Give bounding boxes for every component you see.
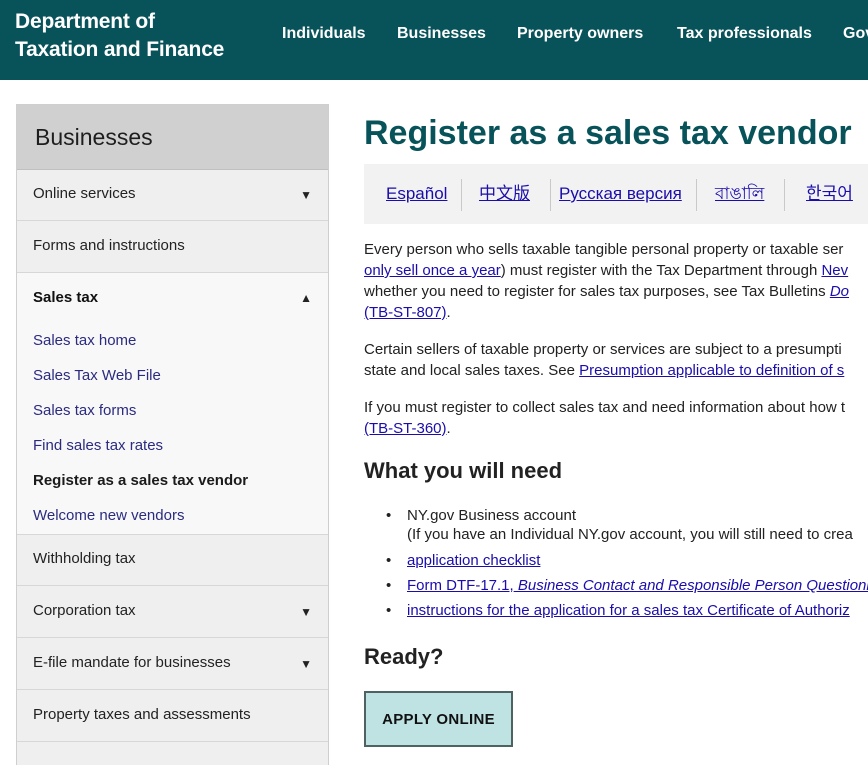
section-sidebar: Businesses Online services ▼ Forms and i… <box>16 104 329 765</box>
paragraph-line: Certain sellers of taxable property or s… <box>364 341 842 358</box>
nav-government[interactable]: Gov <box>843 24 868 44</box>
sidebar-item-label[interactable]: Sales tax <box>33 289 98 307</box>
sidebar-item-withholding-tax[interactable]: Withholding tax <box>17 535 328 586</box>
bullet-icon: • <box>386 507 392 524</box>
sell-once-a-year-link[interactable]: only sell once a year <box>364 262 501 279</box>
apply-online-button[interactable]: APPLY ONLINE <box>364 691 513 747</box>
new-business-link[interactable]: Nev <box>821 262 848 279</box>
nav-businesses[interactable]: Businesses <box>397 24 486 44</box>
tax-bulletin-link[interactable]: Do <box>830 283 849 300</box>
sidebar-header: Businesses <box>17 105 328 170</box>
language-divider <box>696 179 697 211</box>
main-content: Register as a sales tax vendor Español 中… <box>364 104 868 754</box>
language-link-chinese[interactable]: 中文版 <box>479 184 530 204</box>
paragraph-text: ) must register with the Tax Department … <box>500 262 822 279</box>
language-link-korean[interactable]: 한국어 <box>806 184 853 204</box>
sidebar-item-label: Forms and instructions <box>33 237 185 254</box>
chevron-up-icon[interactable]: ▲ <box>300 290 312 306</box>
site-header: Department of Taxation and Finance Indiv… <box>0 0 868 80</box>
chevron-down-icon: ▼ <box>300 605 312 619</box>
sidebar-item-forms-and-instructions[interactable]: Forms and instructions <box>17 222 328 273</box>
paragraph-text: state and local sales taxes. See <box>364 362 580 379</box>
paragraph-line: If you must register to collect sales ta… <box>364 399 846 416</box>
bullet-icon: • <box>386 577 392 594</box>
sidebar-title: Businesses <box>35 124 153 150</box>
list-item-text: NY.gov Business account <box>407 507 576 524</box>
form-dtf-17-1-link[interactable]: Form DTF-17.1, Business Contact and Resp… <box>407 576 868 595</box>
sidebar-item-e-file-mandate[interactable]: E-file mandate for businesses ▼ <box>17 639 328 690</box>
form-title: Business Contact and Responsible Person … <box>513 577 868 594</box>
subnav-sales-tax-home[interactable]: Sales tax home <box>33 332 136 350</box>
language-divider <box>461 179 462 211</box>
presumption-paragraph: Certain sellers of taxable property or s… <box>364 339 868 381</box>
paragraph-line: (TB-ST-807). <box>364 302 868 323</box>
sidebar-item-label: Property taxes and assessments <box>33 706 251 723</box>
paragraph-line: whether you need to register for sales t… <box>364 281 868 302</box>
language-divider <box>784 179 785 211</box>
paragraph-text: . <box>446 420 451 437</box>
bullet-icon: • <box>386 602 392 619</box>
presumption-link[interactable]: Presumption applicable to definition of … <box>579 362 844 379</box>
sidebar-item-label: Online services <box>33 185 136 202</box>
nav-property-owners[interactable]: Property owners <box>517 24 643 44</box>
nav-individuals[interactable]: Individuals <box>282 24 366 44</box>
logo-line-2: Taxation and Finance <box>15 38 225 61</box>
chevron-down-icon: ▼ <box>300 657 312 671</box>
ready-heading: Ready? <box>364 644 444 669</box>
sidebar-item-sales-tax: Sales tax ▲ Sales tax home Sales Tax Web… <box>17 273 328 535</box>
nav-tax-professionals[interactable]: Tax professionals <box>677 24 812 44</box>
paragraph-line: Every person who sells taxable tangible … <box>364 241 844 258</box>
bullet-icon: • <box>386 552 392 569</box>
agency-logo[interactable]: Department of Taxation and Finance <box>15 8 224 64</box>
sidebar-item-label: Corporation tax <box>33 602 136 619</box>
language-link-spanish[interactable]: Español <box>386 184 447 204</box>
subnav-welcome-new-vendors[interactable]: Welcome new vendors <box>33 507 184 525</box>
language-link-bengali[interactable]: বাঙালি <box>715 184 764 204</box>
subnav-sales-tax-web-file[interactable]: Sales Tax Web File <box>33 367 161 385</box>
paragraph-text: . <box>446 304 451 321</box>
what-you-need-heading: What you will need <box>364 458 563 483</box>
application-instructions-link[interactable]: instructions for the application for a s… <box>407 601 850 620</box>
tb-st-360-link[interactable]: (TB-ST-360) <box>364 420 447 437</box>
language-bar: Español 中文版 Русская версия বাঙালি 한국어 <box>364 164 868 224</box>
subnav-sales-tax-forms[interactable]: Sales tax forms <box>33 402 136 420</box>
paragraph-line: only sell once a year) must register wit… <box>364 260 868 281</box>
intro-paragraph: Every person who sells taxable tangible … <box>364 239 868 323</box>
language-divider <box>550 179 551 211</box>
sidebar-item-label: Withholding tax <box>33 550 136 567</box>
sidebar-item-corporation-tax[interactable]: Corporation tax ▼ <box>17 587 328 638</box>
sidebar-item-online-services[interactable]: Online services ▼ <box>17 170 328 221</box>
subnav-find-sales-tax-rates[interactable]: Find sales tax rates <box>33 437 163 455</box>
subnav-register-current: Register as a sales tax vendor <box>33 472 249 489</box>
chevron-down-icon: ▼ <box>300 188 312 202</box>
logo-line-1: Department of <box>15 10 155 33</box>
paragraph-line: state and local sales taxes. See Presump… <box>364 360 868 381</box>
collect-tax-paragraph: If you must register to collect sales ta… <box>364 397 868 439</box>
application-checklist-link[interactable]: application checklist <box>407 551 540 570</box>
paragraph-line: (TB-ST-360). <box>364 418 868 439</box>
sidebar-item-label: E-file mandate for businesses <box>33 654 231 671</box>
form-number: Form DTF-17.1, <box>407 577 514 594</box>
language-link-russian[interactable]: Русская версия <box>559 184 682 204</box>
list-item-note: (If you have an Individual NY.gov accoun… <box>407 526 853 543</box>
sidebar-item-property-taxes[interactable]: Property taxes and assessments <box>17 691 328 742</box>
page-title: Register as a sales tax vendor <box>364 114 852 152</box>
paragraph-text: whether you need to register for sales t… <box>364 283 830 300</box>
tb-st-807-link[interactable]: (TB-ST-807) <box>364 304 447 321</box>
